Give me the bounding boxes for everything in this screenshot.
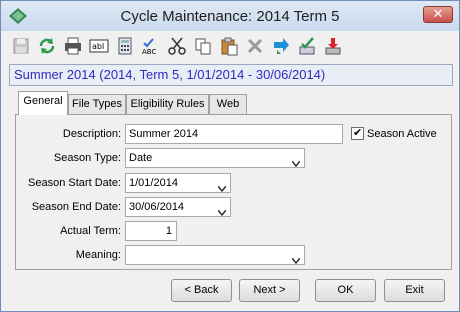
text-field-icon[interactable]: abl	[89, 36, 109, 56]
season-type-select[interactable]: Date	[125, 148, 305, 168]
meaning-select[interactable]	[125, 245, 305, 265]
cycle-maintenance-window: Cycle Maintenance: 2014 Term 5 ✕ abl ABC	[0, 0, 460, 312]
chevron-down-icon	[217, 204, 227, 216]
paste-icon[interactable]	[219, 36, 239, 56]
back-button[interactable]: < Back	[171, 279, 232, 302]
tab-eligibility-rules[interactable]: Eligibility Rules	[126, 94, 209, 114]
close-button[interactable]: ✕	[423, 6, 453, 23]
print-icon[interactable]	[63, 36, 83, 56]
season-start-date-label: Season Start Date:	[28, 177, 121, 189]
svg-text:abl: abl	[92, 42, 104, 51]
season-start-date-picker[interactable]: 1/01/2014	[125, 173, 231, 193]
ok-button[interactable]: OK	[315, 279, 376, 302]
calculator-icon[interactable]	[115, 36, 135, 56]
window-title: Cycle Maintenance: 2014 Term 5	[120, 8, 340, 25]
title-bar[interactable]: Cycle Maintenance: 2014 Term 5 ✕	[1, 1, 459, 31]
description-label: Description:	[62, 128, 121, 140]
chevron-down-icon	[291, 252, 301, 264]
toolbar: abl ABC	[9, 34, 453, 60]
cycle-summary-banner: Summer 2014 (2014, Term 5, 1/01/2014 - 3…	[9, 64, 453, 86]
approve-icon[interactable]	[297, 36, 317, 56]
save-icon[interactable]	[11, 36, 31, 56]
season-end-date-value: 30/06/2014	[129, 201, 185, 213]
actual-term-label: Actual Term:	[60, 225, 121, 237]
tab-web[interactable]: Web	[209, 94, 247, 114]
delete-icon[interactable]	[245, 36, 265, 56]
season-active-checkbox[interactable]: ✔	[351, 127, 364, 140]
actual-term-field[interactable]: 1	[125, 221, 177, 241]
season-end-date-label: Season End Date:	[31, 201, 121, 213]
checkmark-icon: ✔	[353, 127, 363, 139]
spellcheck-icon[interactable]: ABC	[141, 36, 161, 56]
season-type-label: Season Type:	[53, 152, 121, 164]
tab-general[interactable]: General	[18, 91, 68, 115]
meaning-label: Meaning:	[75, 249, 121, 261]
chevron-down-icon	[291, 155, 301, 167]
tab-file-types[interactable]: File Types	[68, 94, 126, 114]
description-field[interactable]: Summer 2014	[125, 124, 343, 144]
move-icon[interactable]	[271, 36, 291, 56]
download-icon[interactable]	[323, 36, 343, 56]
season-type-value: Date	[129, 152, 153, 164]
season-active-label: Season Active	[367, 128, 437, 140]
next-button[interactable]: Next >	[239, 279, 300, 302]
copy-icon[interactable]	[193, 36, 213, 56]
exit-button[interactable]: Exit	[384, 279, 445, 302]
chevron-down-icon	[217, 180, 227, 192]
svg-text:ABC: ABC	[142, 48, 156, 56]
season-start-date-value: 1/01/2014	[129, 177, 178, 189]
refresh-icon[interactable]	[37, 36, 57, 56]
season-end-date-picker[interactable]: 30/06/2014	[125, 197, 231, 217]
cut-icon[interactable]	[167, 36, 187, 56]
